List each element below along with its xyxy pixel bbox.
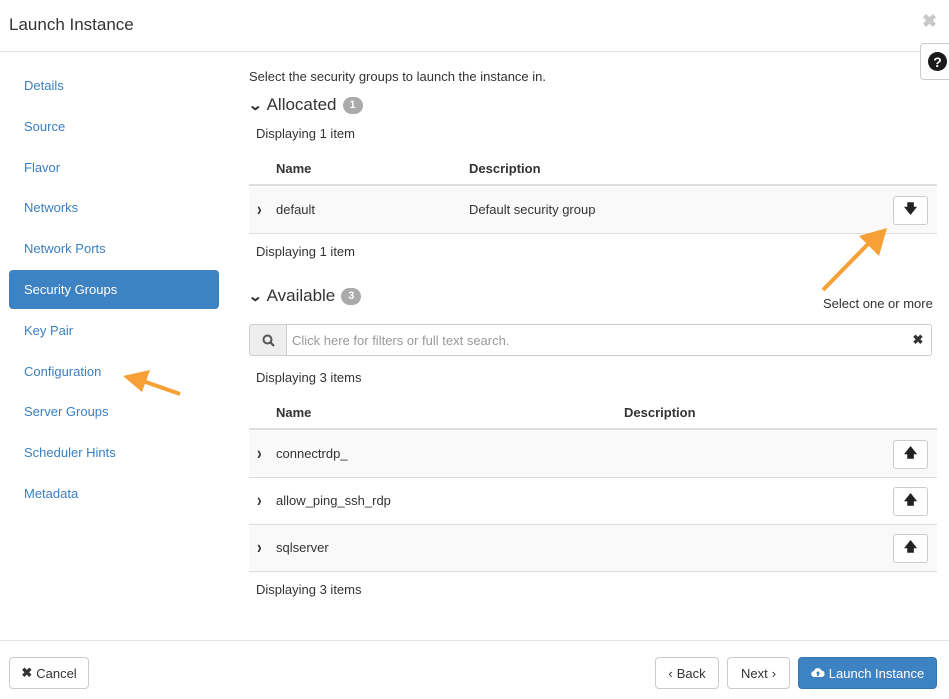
sidebar-item-networks[interactable]: Networks (9, 188, 219, 227)
modal-footer: ✖ Cancel ‹ Back Next › Launch Instance (0, 640, 949, 699)
close-icon[interactable]: ✖ (922, 12, 937, 30)
table-row: › default Default security group 🡇 (249, 187, 937, 234)
search-bar: ✖ (249, 324, 932, 356)
column-header-description: Description (469, 161, 541, 176)
deallocate-button[interactable]: 🡇 (893, 196, 928, 225)
allocated-display-count: Displaying 1 item (256, 126, 355, 141)
available-count-badge: 3 (341, 287, 362, 305)
column-header-name: Name (276, 405, 312, 420)
available-section-toggle[interactable]: ⌄ Available 3 (247, 286, 362, 306)
intro-text: Select the security groups to launch the… (249, 69, 547, 84)
sidebar-item-network-ports[interactable]: Network Ports (9, 229, 219, 268)
column-header-description: Description (624, 405, 696, 420)
allocated-title: Allocated (266, 95, 337, 114)
allocated-display-count-bottom: Displaying 1 item (256, 244, 355, 259)
wizard-nav: Details Source Flavor Networks Network P… (9, 66, 219, 515)
next-label: Next (740, 665, 768, 681)
arrow-up-icon: 🡅 (903, 444, 918, 460)
column-header-name: Name (276, 161, 312, 176)
table-row: › sqlserver 🡅 (249, 525, 937, 572)
cloud-upload-icon (811, 666, 825, 681)
annotation-arrow-icon (821, 228, 887, 292)
modal-title: Launch Instance (9, 15, 134, 34)
chevron-right-icon[interactable]: › (257, 537, 262, 558)
sidebar-item-metadata[interactable]: Metadata (9, 474, 219, 513)
available-display-count: Displaying 3 items (256, 370, 362, 385)
chevron-right-icon[interactable]: › (257, 199, 262, 220)
allocate-button[interactable]: 🡅 (893, 534, 928, 563)
help-button[interactable]: ? (920, 43, 949, 80)
chevron-right-icon: › (771, 665, 777, 681)
sidebar-item-security-groups[interactable]: Security Groups (9, 269, 219, 309)
row-name: allow_ping_ssh_rdp (276, 493, 391, 508)
row-name: sqlserver (276, 540, 329, 555)
arrow-up-icon: 🡅 (903, 491, 918, 507)
sidebar-item-source[interactable]: Source (9, 107, 219, 146)
search-input[interactable] (287, 325, 905, 355)
modal-header: Launch Instance ✖ (0, 0, 949, 52)
row-name: connectrdp_ (276, 446, 348, 461)
table-row: › connectrdp_ 🡅 (249, 431, 937, 478)
allocated-section-toggle[interactable]: ⌄ Allocated 1 (247, 95, 363, 115)
back-button[interactable]: ‹ Back (655, 657, 719, 689)
launch-instance-button[interactable]: Launch Instance (798, 657, 937, 689)
launch-label: Launch Instance (828, 665, 925, 681)
chevron-down-icon: ⌄ (247, 288, 263, 305)
allocate-button[interactable]: 🡅 (893, 487, 928, 516)
close-icon: ✖ (21, 665, 33, 680)
sidebar-item-key-pair[interactable]: Key Pair (9, 311, 219, 350)
available-table-header: Name Description (249, 397, 937, 430)
cancel-label: Cancel (36, 665, 77, 681)
sidebar-item-configuration[interactable]: Configuration (9, 352, 219, 391)
sidebar-item-scheduler-hints[interactable]: Scheduler Hints (9, 433, 219, 472)
arrow-up-icon: 🡅 (903, 538, 918, 554)
allocate-button[interactable]: 🡅 (893, 440, 928, 469)
available-display-count-bottom: Displaying 3 items (256, 582, 362, 597)
allocated-count-badge: 1 (342, 96, 363, 114)
arrow-down-icon: 🡇 (903, 200, 918, 216)
chevron-left-icon: ‹ (668, 665, 673, 681)
sidebar-item-details[interactable]: Details (9, 66, 219, 105)
clear-search-icon[interactable]: ✖ (905, 325, 931, 355)
cancel-button[interactable]: ✖ Cancel (9, 657, 89, 689)
row-name: default (276, 202, 316, 217)
annotation-hint: Select one or more (823, 296, 933, 311)
next-button[interactable]: Next › (727, 657, 790, 689)
table-row: › allow_ping_ssh_rdp 🡅 (249, 478, 937, 525)
chevron-right-icon[interactable]: › (257, 490, 262, 511)
chevron-down-icon: ⌄ (247, 97, 263, 114)
allocated-table-header: Name Description (249, 153, 937, 186)
back-label: Back (676, 665, 706, 681)
sidebar-item-flavor[interactable]: Flavor (9, 148, 219, 187)
available-title: Available (266, 286, 336, 305)
row-description: Default security group (469, 202, 596, 217)
question-circle-icon: ? (928, 52, 947, 71)
chevron-right-icon[interactable]: › (257, 443, 262, 464)
sidebar-item-server-groups[interactable]: Server Groups (9, 392, 219, 431)
search-icon (250, 325, 287, 355)
